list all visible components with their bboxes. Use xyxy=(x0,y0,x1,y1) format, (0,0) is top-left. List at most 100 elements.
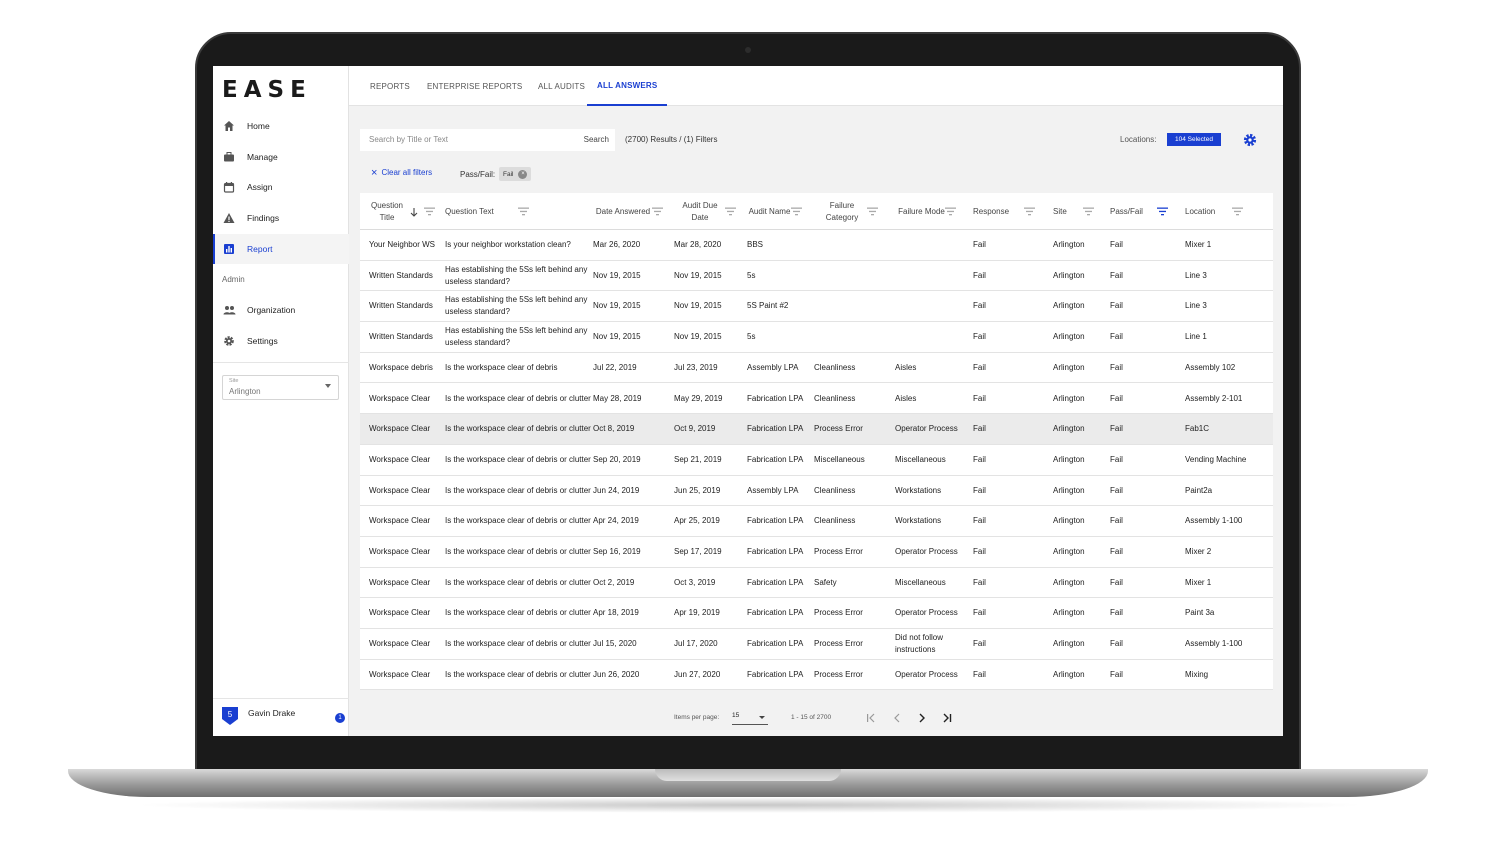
cell-audit-due-date: Sep 21, 2019 xyxy=(674,454,722,464)
cell-response: Fail xyxy=(973,424,986,434)
column-header-failure-category[interactable]: Failure Category xyxy=(814,193,870,230)
filter-icon[interactable] xyxy=(791,207,802,216)
remove-filter-icon[interactable]: × xyxy=(518,169,528,179)
filter-icon[interactable] xyxy=(424,207,435,216)
table-row[interactable]: Workspace Clear Is the workspace clear of… xyxy=(360,629,1273,660)
search-button[interactable]: Search xyxy=(584,135,609,144)
filter-chip[interactable]: Fail × xyxy=(499,167,532,181)
notification-badge[interactable]: 1 xyxy=(335,713,345,723)
table-row[interactable]: Your Neighbor WS Is your neighbor worksta… xyxy=(360,230,1273,261)
filter-icon[interactable] xyxy=(518,207,529,216)
filter-icon[interactable] xyxy=(1157,207,1168,216)
cell-question-text: Is your neighbor workstation clean? xyxy=(445,240,571,249)
sidebar-item-assign[interactable]: Assign xyxy=(213,172,349,202)
cell-failure-mode xyxy=(895,230,973,260)
tab-all-audits[interactable]: ALL AUDITS xyxy=(538,66,585,106)
app-logo[interactable]: EASE xyxy=(222,77,312,103)
column-header-audit-due-date[interactable]: Audit Due Date xyxy=(674,193,726,230)
cell-date-answered: Nov 19, 2015 xyxy=(593,301,641,311)
tab-all-answers[interactable]: ALL ANSWERS xyxy=(587,66,668,106)
cell-question-text: Is the workspace clear of debris or clut… xyxy=(445,516,591,526)
cell-pass-fail: Fail xyxy=(1110,454,1123,464)
cell-failure-mode xyxy=(895,322,973,352)
filter-label: Pass/Fail: xyxy=(460,170,496,179)
column-header-question-text[interactable]: Question Text xyxy=(445,193,575,230)
cell-date-answered: May 28, 2019 xyxy=(593,393,642,403)
table-row[interactable]: Workspace Clear Is the workspace clear of… xyxy=(360,445,1273,476)
table-row[interactable]: Workspace Clear Is the workspace clear of… xyxy=(360,537,1273,568)
cell-failure-category: Cleanliness xyxy=(814,516,856,526)
results-summary: (2700) Results / (1) Filters xyxy=(625,135,718,144)
cell-date-answered: Jun 24, 2019 xyxy=(593,485,640,495)
search-input[interactable]: Search by Title or Text Search xyxy=(360,129,615,151)
cell-question-text: Is the workspace clear of debris or clut… xyxy=(445,424,591,434)
sidebar-item-home[interactable]: Home xyxy=(213,111,349,141)
cell-question-text: Is the workspace clear of debris or clut… xyxy=(445,669,591,679)
cell-date-answered: Nov 19, 2015 xyxy=(593,332,641,342)
filter-icon[interactable] xyxy=(1083,207,1094,216)
cell-pass-fail: Fail xyxy=(1110,301,1123,311)
clear-filters-button[interactable]: × Clear all filters xyxy=(371,167,432,178)
table-row[interactable]: Workspace Clear Is the workspace clear of… xyxy=(360,568,1273,599)
column-header-failure-mode[interactable]: Failure Mode xyxy=(895,193,948,230)
sidebar-item-manage[interactable]: Manage xyxy=(213,142,349,172)
prev-page-icon[interactable] xyxy=(891,711,903,723)
table-row[interactable]: Workspace Clear Is the workspace clear of… xyxy=(360,506,1273,537)
last-page-icon[interactable] xyxy=(941,711,953,723)
table-row[interactable]: Written Standards Has establishing the 5S… xyxy=(360,261,1273,292)
filter-icon[interactable] xyxy=(1232,207,1243,216)
column-header-response[interactable]: Response xyxy=(973,193,1027,230)
cell-question-title: Workspace Clear xyxy=(369,547,431,556)
tab-enterprise-reports[interactable]: ENTERPRISE REPORTS xyxy=(427,66,522,106)
items-per-page-select[interactable]: 15 xyxy=(732,712,768,725)
sort-descending-icon[interactable] xyxy=(410,207,418,217)
site-select[interactable]: Site Arlington xyxy=(222,375,339,400)
cell-failure-category xyxy=(814,291,894,321)
sidebar-item-findings[interactable]: Findings xyxy=(213,203,349,233)
table-row[interactable]: Workspace debris Is the workspace clear o… xyxy=(360,353,1273,384)
tab-reports[interactable]: REPORTS xyxy=(370,66,410,106)
cell-audit-name: 5s xyxy=(747,332,756,342)
filter-icon[interactable] xyxy=(725,207,736,216)
gear-icon[interactable] xyxy=(1243,133,1257,147)
first-page-icon[interactable] xyxy=(865,711,877,723)
page-range: 1 - 15 of 2700 xyxy=(791,714,832,721)
cell-failure-mode: Workstations xyxy=(895,516,942,526)
cell-audit-name: Fabrication LPA xyxy=(747,547,804,556)
table-row[interactable]: Workspace Clear Is the workspace clear of… xyxy=(360,660,1273,691)
sidebar-item-report[interactable]: Report xyxy=(213,234,349,264)
cell-pass-fail: Fail xyxy=(1110,270,1123,280)
filter-icon[interactable] xyxy=(867,207,878,216)
table-row[interactable]: Workspace Clear Is the workspace clear of… xyxy=(360,414,1273,445)
cell-audit-name: 5s xyxy=(747,270,756,280)
cell-question-title: Workspace Clear xyxy=(369,424,431,434)
filter-icon[interactable] xyxy=(945,207,956,216)
column-header-pass-fail[interactable]: Pass/Fail xyxy=(1110,193,1160,230)
table-row[interactable]: Written Standards Has establishing the 5S… xyxy=(360,322,1273,353)
next-page-icon[interactable] xyxy=(916,711,928,723)
sidebar-item-organization[interactable]: Organization xyxy=(213,295,349,325)
filter-icon[interactable] xyxy=(1024,207,1035,216)
cell-failure-mode: Miscellaneous xyxy=(895,454,946,464)
filter-icon[interactable] xyxy=(652,207,663,216)
cell-audit-name: Fabrication LPA xyxy=(747,516,804,526)
table-row[interactable]: Written Standards Has establishing the 5S… xyxy=(360,291,1273,323)
sidebar-item-settings[interactable]: Settings xyxy=(213,326,349,356)
column-header-date-answered[interactable]: Date Answered xyxy=(593,193,653,230)
cell-site: Arlington xyxy=(1053,270,1085,280)
cell-location: Paint2a xyxy=(1185,485,1213,495)
locations-selector[interactable]: 104 Selected xyxy=(1167,133,1221,146)
cell-audit-due-date: Sep 17, 2019 xyxy=(674,547,722,556)
cell-audit-name: 5S Paint #2 xyxy=(747,301,789,311)
cell-audit-due-date: Jun 25, 2019 xyxy=(674,485,721,495)
chevron-down-icon xyxy=(759,716,765,719)
cell-failure-mode xyxy=(895,291,973,321)
table-row[interactable]: Workspace Clear Is the workspace clear of… xyxy=(360,476,1273,507)
table-row[interactable]: Workspace Clear Is the workspace clear of… xyxy=(360,598,1273,630)
table-row[interactable]: Workspace Clear Is the workspace clear of… xyxy=(360,384,1273,415)
column-header-audit-name[interactable]: Audit Name xyxy=(747,193,792,230)
column-header-question-title[interactable]: Question Title xyxy=(368,193,406,230)
user-name: Gavin Drake xyxy=(248,708,296,718)
user-profile[interactable]: 5 Gavin Drake 1 xyxy=(213,698,349,736)
cell-question-title: Workspace Clear xyxy=(369,454,431,464)
